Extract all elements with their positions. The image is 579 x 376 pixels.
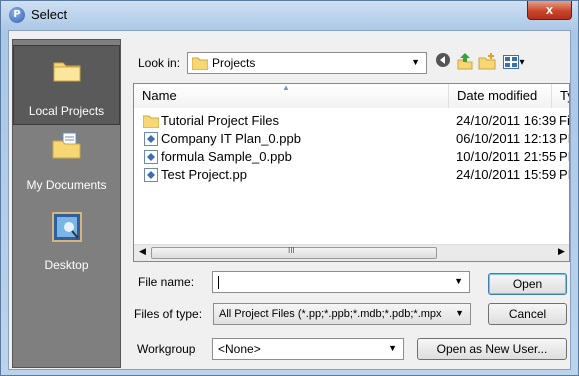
table-row[interactable]: Tutorial Project Files 24/10/2011 16:39 … bbox=[134, 112, 569, 130]
column-header-label: Date modified bbox=[457, 88, 538, 103]
project-file-icon bbox=[144, 168, 158, 182]
file-type: PI bbox=[559, 167, 569, 182]
place-label: My Documents bbox=[26, 178, 107, 192]
chevron-down-icon: ▼ bbox=[411, 57, 420, 67]
chevron-down-icon: ▼ bbox=[454, 276, 463, 286]
column-header-type[interactable]: Ty bbox=[552, 84, 569, 108]
sort-up-icon: ▲ bbox=[282, 83, 290, 92]
new-folder-icon[interactable] bbox=[478, 52, 496, 70]
file-name-input[interactable]: ▼ bbox=[212, 271, 470, 293]
documents-folder-icon bbox=[52, 132, 81, 159]
close-button[interactable]: x bbox=[527, 1, 572, 20]
table-row[interactable]: formula Sample_0.ppb 10/10/2011 21:55 PI bbox=[134, 148, 569, 166]
file-name: formula Sample_0.ppb bbox=[161, 149, 292, 164]
look-in-label: Look in: bbox=[138, 56, 181, 70]
file-date: 24/10/2011 15:59 bbox=[456, 167, 557, 182]
column-header-date[interactable]: Date modified bbox=[449, 84, 552, 108]
up-folder-icon[interactable] bbox=[456, 52, 474, 70]
look-in-combo[interactable]: Projects ▼ bbox=[187, 52, 427, 74]
place-label: Local Projects bbox=[28, 104, 105, 118]
app-icon: P bbox=[9, 7, 25, 23]
project-file-icon bbox=[144, 150, 158, 164]
chevron-down-icon: ▼ bbox=[455, 308, 464, 318]
folder-icon bbox=[192, 57, 208, 70]
column-header-label: Ty bbox=[560, 88, 569, 103]
file-type-value: All Project Files (*.pp;*.ppb;*.mdb;*.pd… bbox=[219, 308, 442, 320]
folder-icon bbox=[53, 62, 81, 82]
window-title: Select bbox=[31, 7, 68, 22]
file-date: 24/10/2011 16:39 bbox=[456, 113, 557, 128]
scroll-left-icon[interactable]: ◀ bbox=[139, 246, 146, 257]
back-icon[interactable] bbox=[434, 52, 452, 70]
file-name-label: File name: bbox=[138, 275, 195, 289]
open-as-new-user-button[interactable]: Open as New User... bbox=[417, 338, 567, 360]
place-local-projects[interactable]: Local Projects bbox=[13, 45, 120, 125]
text-cursor bbox=[218, 276, 219, 289]
workgroup-label: Workgroup bbox=[137, 342, 196, 356]
chevron-down-icon: ▾ bbox=[519, 57, 525, 68]
title-bar[interactable]: P Select x bbox=[1, 1, 578, 29]
file-list[interactable]: ▲ Name Date modified Ty Tutorial Project… bbox=[133, 83, 570, 262]
file-type: Fi bbox=[559, 113, 570, 128]
column-header-label: Name bbox=[142, 88, 177, 103]
file-type: PI bbox=[559, 149, 569, 164]
view-menu-icon[interactable]: ▾ bbox=[500, 52, 528, 70]
table-row[interactable]: Company IT Plan_0.ppb 06/10/2011 12:13 P… bbox=[134, 130, 569, 148]
file-type-select[interactable]: All Project Files (*.pp;*.ppb;*.mdb;*.pd… bbox=[213, 303, 471, 325]
chevron-down-icon: ▼ bbox=[388, 343, 397, 353]
place-label: Desktop bbox=[44, 258, 89, 272]
scroll-right-icon[interactable]: ▶ bbox=[558, 246, 565, 257]
look-in-value: Projects bbox=[212, 56, 256, 70]
desktop-icon bbox=[52, 212, 82, 242]
file-date: 10/10/2011 21:55 bbox=[456, 149, 557, 164]
workgroup-value: <None> bbox=[218, 342, 261, 356]
horizontal-scrollbar[interactable]: ◀ III ▶ bbox=[134, 244, 569, 261]
file-date: 06/10/2011 12:13 bbox=[456, 131, 557, 146]
file-name: Tutorial Project Files bbox=[161, 113, 279, 128]
column-header-name[interactable]: ▲ Name bbox=[134, 84, 449, 108]
cancel-button[interactable]: Cancel bbox=[488, 303, 567, 325]
open-button[interactable]: Open bbox=[488, 273, 567, 295]
file-name: Test Project.pp bbox=[161, 167, 247, 182]
file-name: Company IT Plan_0.ppb bbox=[161, 131, 301, 146]
place-desktop[interactable]: Desktop bbox=[13, 212, 120, 282]
places-bar: Local Projects My Documents Desktop bbox=[12, 39, 121, 368]
project-file-icon bbox=[144, 132, 158, 146]
folder-icon bbox=[143, 115, 159, 128]
table-row[interactable]: Test Project.pp 24/10/2011 15:59 PI bbox=[134, 166, 569, 184]
files-of-type-label: Files of type: bbox=[134, 307, 203, 321]
scrollbar-thumb[interactable]: III bbox=[151, 246, 437, 259]
grip-icon: III bbox=[288, 246, 295, 255]
workgroup-select[interactable]: <None> ▼ bbox=[212, 338, 404, 360]
place-my-documents[interactable]: My Documents bbox=[13, 132, 120, 202]
file-type: PI bbox=[559, 131, 569, 146]
